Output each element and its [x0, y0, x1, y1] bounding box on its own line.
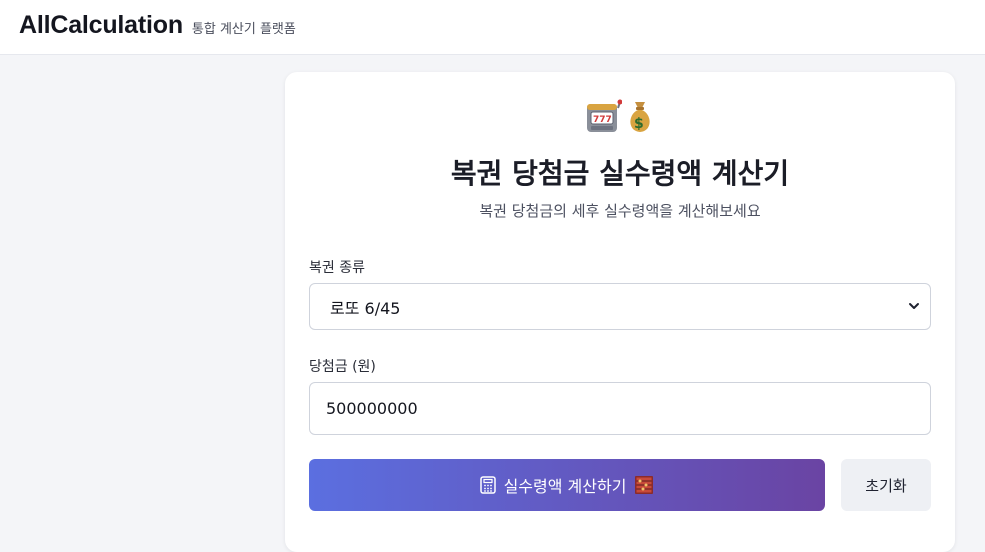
svg-text:$: $: [634, 116, 644, 132]
brand-tagline: 통합 계산기 플랫폼: [191, 22, 296, 37]
hero-icons: 777 $: [285, 96, 955, 136]
calculator-icon: [479, 476, 496, 494]
money-bag-icon: $: [630, 102, 650, 132]
svg-text:777: 777: [593, 115, 612, 125]
lottery-type-select[interactable]: 로또 6/45: [309, 283, 931, 330]
prize-amount-label: 당첨금 (원): [309, 359, 376, 375]
page-title: 복권 당첨금 실수령액 계산기: [450, 157, 790, 190]
calculate-button[interactable]: 실수령액 계산하기: [309, 459, 825, 511]
page-subtitle: 복권 당첨금의 세후 실수령액을 계산해보세요: [479, 202, 761, 220]
prize-amount-value: 500000000: [326, 399, 418, 418]
abacus-icon: [635, 476, 654, 494]
slot-machine-icon: 777: [587, 99, 622, 132]
reset-button[interactable]: 초기화: [841, 459, 931, 511]
calculate-button-label: 실수령액 계산하기: [503, 477, 627, 496]
brand-logo[interactable]: AllCalculation: [19, 11, 183, 40]
chevron-down-icon: [909, 303, 919, 309]
top-header: AllCalculation 통합 계산기 플랫폼: [0, 0, 985, 55]
lottery-type-label: 복권 종류: [309, 260, 365, 276]
lottery-type-selected-value: 로또 6/45: [330, 298, 401, 318]
calculator-card: 777 $ 복권 당첨금 실수령액 계산기 복권 당첨금의 세후 실수령액을 계…: [285, 72, 955, 552]
prize-amount-input[interactable]: 500000000: [309, 382, 931, 435]
reset-button-label: 초기화: [865, 476, 907, 495]
